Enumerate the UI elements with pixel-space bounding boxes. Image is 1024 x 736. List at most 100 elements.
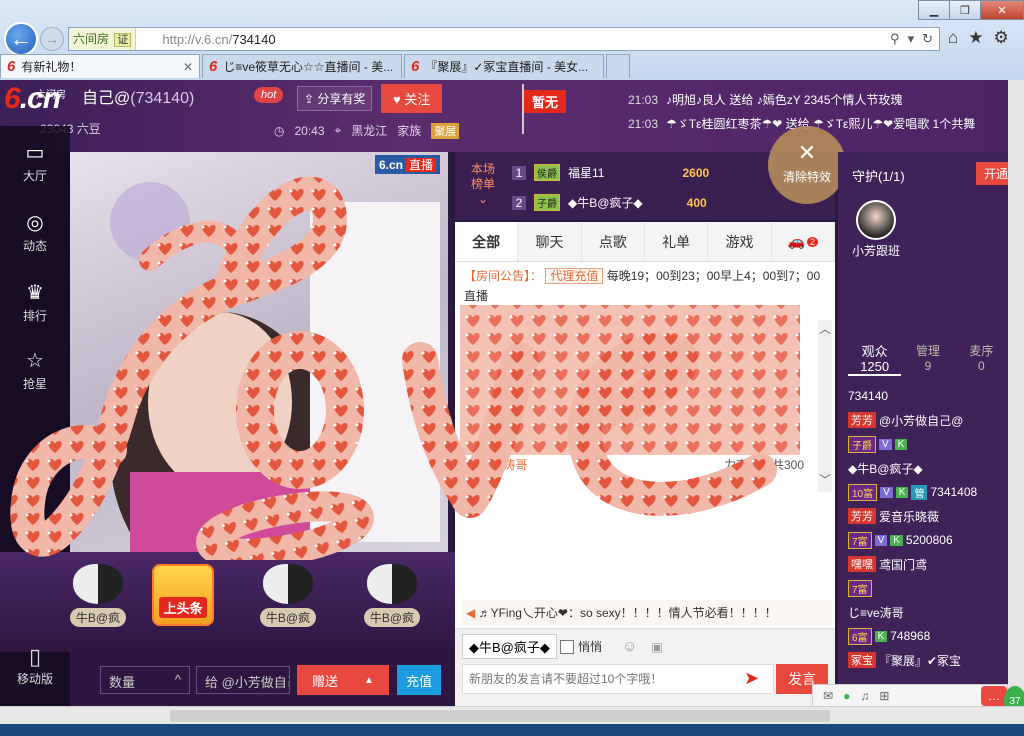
tab-chat[interactable]: 聊天: [518, 222, 582, 261]
share-button[interactable]: ⇪ 分享有奖: [297, 86, 373, 111]
whisper-toggle[interactable]: 悄悄 ☺ ▣: [560, 638, 663, 655]
list-item[interactable]: 734140: [848, 384, 1008, 408]
chevron-up-icon: ^: [174, 672, 181, 687]
quantity-input[interactable]: 数量 ^: [100, 666, 190, 694]
sidebar-item-feed[interactable]: ◎ 动态: [0, 210, 70, 254]
sidebar-item-rank[interactable]: ♛ 排行: [0, 280, 70, 324]
music-icon[interactable]: ♫: [860, 689, 869, 703]
close-icon[interactable]: ✕: [980, 0, 1024, 20]
agent-recharge-button[interactable]: 代理充值: [545, 268, 604, 284]
minimize-icon[interactable]: ▁: [918, 0, 950, 20]
address-bar[interactable]: 六间房 证 http://v.6.cn/734140 ⚲ ▾ ↻: [68, 27, 940, 51]
list-item[interactable]: ◆牛B@疯子◆: [848, 456, 1008, 480]
tab-audience[interactable]: 观众 1250: [848, 344, 902, 376]
anchor-name: 自己@(734140): [82, 90, 195, 107]
list-item[interactable]: 10富 V K 管 7341408: [848, 480, 1008, 504]
chat-target[interactable]: ◆牛B@疯子◆: [462, 634, 557, 659]
gift-icon[interactable]: ⊞: [879, 689, 889, 703]
tab-other[interactable]: 6 『聚展』✓冢宝直播间 - 美女...: [404, 54, 604, 78]
user-list: 734140 芳芳 @小芳做自己@ 子爵 V K ◆牛B@疯子◆ 10富 V K 管 7341…: [848, 384, 1008, 672]
rank-flag: 暂无: [518, 84, 570, 134]
mask-icon: [73, 564, 123, 604]
chat-tabs: 全部 聊天 点歌 礼单 游戏 🚗 2: [455, 222, 835, 262]
list-item[interactable]: 芳芳 爱音乐晓薇: [848, 504, 1008, 528]
stream-brand: 6.cn 直播: [375, 155, 441, 174]
chat-message: 力亮力，共300 个，感 涛哥: [464, 458, 804, 472]
crown-icon: ♛: [26, 282, 44, 304]
chat-scrollbar[interactable]: ︿ ﹀: [818, 320, 832, 492]
favorites-icon[interactable]: ★: [968, 28, 983, 48]
list-item[interactable]: 7富: [848, 576, 1008, 600]
car-icon[interactable]: 🚗 2: [772, 222, 835, 261]
tab-mic-queue[interactable]: 麦序 0: [955, 344, 1008, 376]
send-icon[interactable]: ➤: [744, 668, 759, 689]
top-headline-button[interactable]: 上头条: [152, 564, 214, 626]
gift-item[interactable]: 牛B@疯: [352, 564, 432, 627]
list-item[interactable]: 子爵 V K: [848, 432, 1008, 456]
tab-current[interactable]: 6 有新礼物！ ✕: [0, 54, 200, 78]
family-tag[interactable]: 聚展: [431, 122, 460, 139]
dropdown-icon[interactable]: ▲: [364, 675, 374, 686]
image-icon[interactable]: ▣: [651, 640, 662, 654]
rank-row[interactable]: 1 侯爵 福星11 2600: [512, 164, 709, 181]
refresh-icon[interactable]: ↻: [922, 31, 933, 47]
compass-icon: ◎: [26, 212, 44, 234]
list-item[interactable]: 冢宝 『聚展』✔冢宝: [848, 648, 1008, 672]
rank-row[interactable]: 2 子爵 ◆牛B@疯子◆ 400: [512, 194, 707, 211]
dropdown-icon[interactable]: ▾: [908, 31, 915, 47]
sidebar-item-star[interactable]: ☆ 抢星: [0, 348, 70, 392]
follow-button[interactable]: ♥ 关注: [381, 84, 443, 113]
settings-icon[interactable]: ⚙: [994, 28, 1009, 48]
video-stream[interactable]: [70, 152, 448, 592]
list-item[interactable]: 芳芳 @小芳做自己@: [848, 408, 1008, 432]
chat-input[interactable]: [462, 664, 774, 694]
logo-subtitle: 六间房: [36, 90, 66, 101]
list-item[interactable]: 6富 K 748968: [848, 624, 1008, 648]
rank-title[interactable]: 本场榜单 ⌄: [466, 162, 500, 207]
emoji-icon[interactable]: ☺: [622, 638, 637, 655]
recipient-field[interactable]: 给 @小芳做自己: [196, 666, 290, 694]
list-item[interactable]: じ≡ve涛哥: [848, 600, 1008, 624]
location-icon: ⌖: [334, 123, 342, 137]
new-tab-button[interactable]: [606, 54, 630, 78]
forward-button[interactable]: →: [40, 27, 64, 51]
streamer-image: [110, 182, 440, 592]
tab-admins[interactable]: 管理 9: [901, 344, 954, 376]
clear-effects-button[interactable]: ✕ 清除特效: [768, 126, 846, 204]
site-favicon-icon: 6: [209, 58, 218, 75]
tab-close-icon[interactable]: ✕: [183, 60, 193, 74]
sidebar-item-hall[interactable]: ▭ 大厅: [0, 140, 70, 184]
taskbar: [0, 724, 1024, 736]
list-item[interactable]: 嘿嘿 鸢国门鸢: [848, 552, 1008, 576]
gift-item[interactable]: 牛B@疯: [248, 564, 328, 627]
page-scrollbar[interactable]: [1008, 80, 1024, 706]
tab-other[interactable]: 6 じ≡ve筱草无心☆☆直播间 - 美...: [202, 54, 402, 78]
restore-icon[interactable]: ❐: [949, 0, 981, 20]
tab-all[interactable]: 全部: [455, 222, 519, 261]
tab-bar: 6 有新礼物！ ✕ 6 じ≡ve筱草无心☆☆直播间 - 美... 6 『聚展』✓冢宝直播…: [0, 54, 632, 78]
chat-icon[interactable]: …: [981, 686, 1007, 706]
mask-icon: [263, 564, 313, 604]
tab-games[interactable]: 游戏: [708, 222, 772, 261]
mail-icon[interactable]: ✉: [823, 689, 833, 703]
mobile-version-link[interactable]: ▯ 移动版: [0, 640, 70, 706]
horizontal-scrollbar[interactable]: [0, 706, 1024, 724]
check-icon[interactable]: ●: [843, 689, 850, 703]
checkbox[interactable]: [560, 639, 574, 654]
list-item[interactable]: 7富 V K 5200806: [848, 528, 1008, 552]
room-meta: ◷ 20:43 ⌖ 黑龙江 家族 聚展: [274, 122, 460, 139]
hot-badge: hot: [254, 87, 284, 103]
recharge-button[interactable]: 充值: [397, 665, 441, 695]
tv-icon: ▭: [25, 142, 45, 164]
tab-songs[interactable]: 点歌: [582, 222, 645, 261]
home-icon[interactable]: ⌂: [948, 28, 958, 48]
site-badge: 六间房 证: [69, 28, 137, 50]
search-icon[interactable]: ⚲: [890, 31, 900, 47]
gift-item[interactable]: 牛B@疯: [58, 564, 138, 627]
give-button[interactable]: 赠送 ▲: [297, 665, 389, 695]
avatar[interactable]: [856, 200, 896, 240]
tab-gifts[interactable]: 礼单: [645, 222, 709, 261]
cert-icon[interactable]: 证: [114, 33, 132, 47]
url-text[interactable]: http://v.6.cn/734140: [162, 32, 275, 47]
back-button[interactable]: ←: [4, 22, 38, 56]
